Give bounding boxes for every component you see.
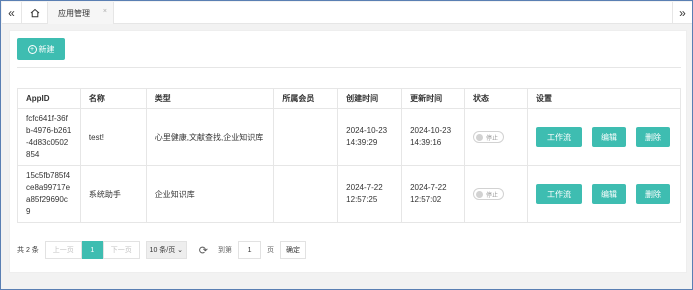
home-tab[interactable] bbox=[22, 2, 48, 24]
appid-text: 15c5fb785f4ce8a99717ea85f29690c9 bbox=[26, 171, 71, 216]
cell-appid: 15c5fb785f4ce8a99717ea85f29690c9 bbox=[17, 165, 81, 223]
cell-type: 心里健康,文献查找,企业知识库 bbox=[145, 108, 275, 166]
delete-button[interactable]: 删除 bbox=[635, 127, 670, 147]
cell-created: 2024-7-22 12:57:25 bbox=[337, 165, 403, 223]
next-page-button[interactable]: 下一页 bbox=[102, 241, 140, 259]
status-label: 停止 bbox=[486, 192, 499, 199]
page-size-select[interactable]: 10 条/页 ⌄ bbox=[145, 241, 187, 259]
table-row: fcfc641f-36fb-4976-b261-4d83c0502854 tes… bbox=[17, 108, 682, 166]
cell-name: test! bbox=[79, 108, 147, 166]
goto-label: 到第 bbox=[218, 247, 233, 254]
page-suffix-label: 页 bbox=[267, 247, 275, 254]
workflow-button[interactable]: 工作流 bbox=[535, 127, 582, 147]
prev-page-button[interactable]: 上一页 bbox=[44, 241, 82, 259]
toggle-knob bbox=[476, 133, 484, 141]
row-actions: 工作流 编辑 删除 bbox=[535, 184, 672, 204]
toggle-knob bbox=[476, 190, 484, 198]
status-toggle[interactable]: 停止 bbox=[473, 131, 505, 143]
created-time: 2024-10-23 14:39:29 bbox=[346, 126, 388, 147]
edit-button[interactable]: 编辑 bbox=[591, 184, 626, 204]
header-status: 状态 bbox=[464, 88, 528, 109]
chevron-down-icon: ⌄ bbox=[175, 247, 184, 254]
confirm-button[interactable]: 确定 bbox=[280, 241, 307, 259]
status-toggle[interactable]: 停止 bbox=[473, 188, 505, 200]
cell-type: 企业知识库 bbox=[145, 165, 275, 223]
updated-time: 2024-7-22 12:57:02 bbox=[410, 183, 447, 204]
table-row: 15c5fb785f4ce8a99717ea85f29690c9 系统助手 企业… bbox=[17, 165, 682, 223]
pagination: 共 2 条 上一页 1 下一页 10 条/页 ⌄ ⟳ 到第 1 页 确定 bbox=[17, 240, 307, 260]
workflow-button[interactable]: 工作流 bbox=[535, 184, 582, 204]
row-actions: 工作流 编辑 删除 bbox=[535, 127, 672, 147]
tab-close-icon[interactable]: × bbox=[103, 8, 107, 15]
new-button[interactable]: + 新建 bbox=[17, 38, 65, 60]
page-size-label: 10 条/页 bbox=[149, 247, 176, 254]
header-name: 名称 bbox=[79, 88, 147, 109]
add-circle-icon: + bbox=[27, 44, 37, 54]
header-created: 创建时间 bbox=[337, 88, 403, 109]
cell-created: 2024-10-23 14:39:29 bbox=[337, 108, 403, 166]
cell-settings: 工作流 编辑 删除 bbox=[526, 165, 682, 223]
tab-scroll-right-button[interactable]: » bbox=[672, 2, 692, 24]
cell-member bbox=[273, 165, 339, 223]
divider bbox=[17, 67, 681, 68]
tab-scroll-left-button[interactable]: « bbox=[2, 2, 22, 24]
cell-updated: 2024-7-22 12:57:02 bbox=[401, 165, 466, 223]
edit-button[interactable]: 编辑 bbox=[591, 127, 626, 147]
table-header-row: AppID 名称 类型 所属会员 创建时间 更新时间 状态 设置 bbox=[17, 88, 682, 109]
page-1-button[interactable]: 1 bbox=[81, 241, 103, 259]
header-type: 类型 bbox=[145, 88, 275, 109]
cell-appid: fcfc641f-36fb-4976-b261-4d83c0502854 bbox=[17, 108, 81, 166]
created-time: 2024-7-22 12:57:25 bbox=[346, 183, 383, 204]
new-button-label: 新建 bbox=[38, 44, 55, 54]
cell-member bbox=[273, 108, 339, 166]
app-table: AppID 名称 类型 所属会员 创建时间 更新时间 状态 设置 fcfc641… bbox=[17, 88, 682, 223]
total-count: 共 2 条 bbox=[17, 247, 39, 254]
app-window: « 应用管理 × » + 新建 AppID 名称 类型 所属会员 创建时间 更新… bbox=[0, 0, 693, 290]
cell-updated: 2024-10-23 14:39:16 bbox=[401, 108, 466, 166]
tab-label: 应用管理 bbox=[58, 8, 90, 18]
goto-page-input[interactable]: 1 bbox=[238, 241, 262, 259]
header-settings: 设置 bbox=[526, 88, 682, 109]
tab-app-management[interactable]: 应用管理 × bbox=[48, 2, 114, 24]
delete-button[interactable]: 删除 bbox=[635, 184, 670, 204]
content-card: + 新建 AppID 名称 类型 所属会员 创建时间 更新时间 状态 设置 fc bbox=[9, 30, 687, 273]
tab-bar: « 应用管理 × » bbox=[2, 2, 692, 24]
cell-settings: 工作流 编辑 删除 bbox=[526, 108, 682, 166]
header-updated: 更新时间 bbox=[401, 88, 466, 109]
header-appid: AppID bbox=[17, 88, 81, 109]
cell-name: 系统助手 bbox=[79, 165, 147, 223]
header-member: 所属会员 bbox=[273, 88, 339, 109]
refresh-icon[interactable]: ⟳ bbox=[199, 244, 208, 257]
status-label: 停止 bbox=[486, 135, 499, 142]
updated-time: 2024-10-23 14:39:16 bbox=[410, 126, 452, 147]
cell-status: 停止 bbox=[464, 165, 528, 223]
appid-text: fcfc641f-36fb-4976-b261-4d83c0502854 bbox=[26, 114, 72, 159]
home-icon bbox=[30, 8, 39, 18]
cell-status: 停止 bbox=[464, 108, 528, 166]
